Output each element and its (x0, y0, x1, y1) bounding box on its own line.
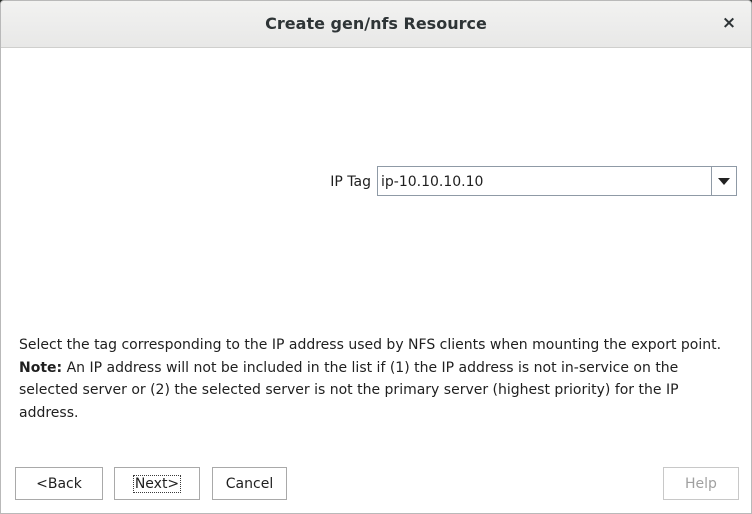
next-button[interactable]: Next> (114, 467, 200, 500)
cancel-button-label: Cancel (225, 475, 274, 492)
ip-tag-label: IP Tag (330, 174, 371, 190)
close-icon[interactable]: × (719, 13, 739, 33)
help-button-label: Help (685, 475, 717, 492)
next-button-label: Next> (132, 474, 182, 493)
instruction-line: Select the tag corresponding to the IP a… (19, 337, 722, 353)
ip-tag-value: ip-10.10.10.10 (381, 174, 484, 190)
dialog-title: Create gen/nfs Resource (265, 14, 487, 33)
title-bar: Create gen/nfs Resource × (1, 1, 751, 48)
dialog-window: Create gen/nfs Resource × IP Tag ip-10.1… (0, 0, 752, 514)
note-text: An IP address will not be included in th… (19, 359, 679, 421)
help-button[interactable]: Help (663, 467, 739, 500)
cancel-button[interactable]: Cancel (212, 467, 287, 500)
ip-tag-combobox[interactable]: ip-10.10.10.10 (377, 166, 737, 196)
back-button[interactable]: <Back (15, 467, 103, 500)
chevron-down-icon[interactable] (711, 167, 736, 195)
instruction-text: Select the tag corresponding to the IP a… (19, 334, 739, 424)
dialog-content: IP Tag ip-10.10.10.10 Select the tag cor… (1, 48, 751, 513)
note-label: Note: (19, 359, 63, 376)
back-button-label: <Back (36, 475, 82, 492)
